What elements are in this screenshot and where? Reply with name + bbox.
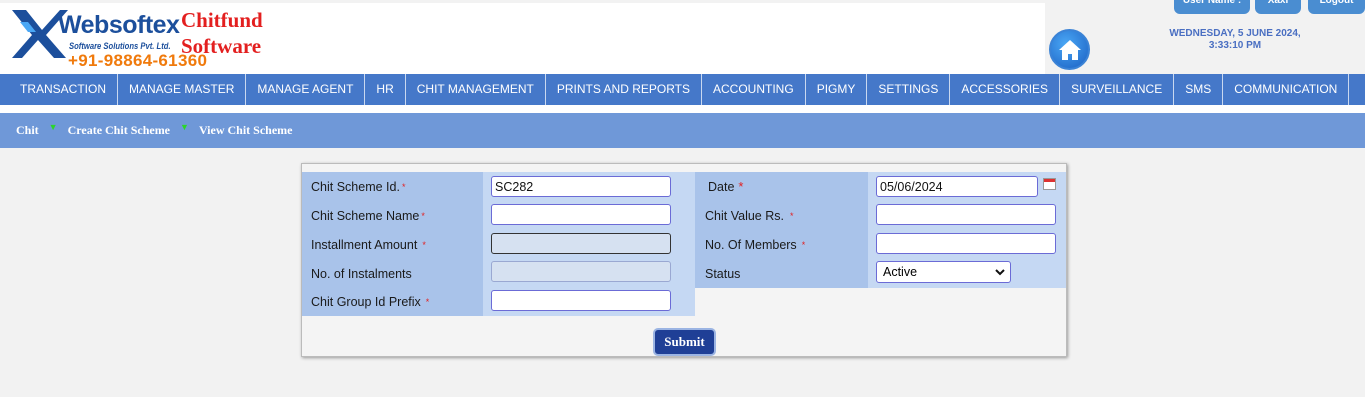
chit-value-label: Chit Value Rs. *: [695, 201, 868, 230]
required-mark: *: [421, 210, 425, 221]
group-prefix-label-text: Chit Group Id Prefix: [311, 295, 421, 309]
date-input[interactable]: [876, 176, 1038, 197]
no-instalments-label: No. of Instalments: [302, 259, 483, 288]
chit-scheme-form: Chit Scheme Id. * Chit Scheme Name * Insta…: [301, 163, 1067, 357]
installment-amount-label: Installment Amount *: [302, 230, 483, 259]
no-members-label: No. Of Members *: [695, 230, 868, 259]
app-title-line2: Software: [181, 34, 262, 58]
required-mark: *: [789, 210, 794, 221]
no-members-label-text: No. Of Members: [705, 237, 797, 252]
breadcrumb-create-chit-scheme[interactable]: Create Chit Scheme: [68, 123, 170, 138]
home-icon: [1058, 39, 1081, 60]
current-date: WEDNESDAY, 5 JUNE 2024,: [1169, 28, 1301, 39]
menu-hr[interactable]: HR: [365, 74, 406, 105]
menu-surveillance[interactable]: SURVEILLANCE: [1060, 74, 1175, 105]
menu-separator: [0, 105, 1365, 113]
current-time: 3:33:10 PM: [1208, 40, 1262, 51]
menu-transaction[interactable]: TRANSACTION: [0, 74, 119, 105]
scheme-id-input[interactable]: [491, 176, 671, 197]
scheme-id-label: Chit Scheme Id. *: [302, 172, 483, 201]
date-label-text: Date: [708, 179, 735, 194]
menu-chit-management[interactable]: CHIT MANAGEMENT: [406, 74, 546, 105]
required-mark: *: [422, 239, 426, 250]
brand-subtitle: Software Solutions Pvt. Ltd.: [69, 41, 171, 51]
logout-button[interactable]: Logout: [1308, 0, 1365, 14]
main-menu: TRANSACTION MANAGE MASTER MANAGE AGENT H…: [0, 74, 1365, 105]
status-selected-value: Active: [883, 265, 918, 279]
menu-manage-agent[interactable]: MANAGE AGENT: [246, 74, 366, 105]
scheme-name-input[interactable]: [491, 204, 671, 225]
required-mark: *: [738, 179, 744, 194]
status-select[interactable]: Active: [876, 261, 1011, 283]
menu-communication[interactable]: COMMUNICATION: [1223, 74, 1350, 105]
group-prefix-label: Chit Group Id Prefix *: [302, 288, 483, 316]
menu-accessories[interactable]: ACCESSORIES: [950, 74, 1061, 105]
menu-prints-and-reports[interactable]: PRINTS AND REPORTS: [546, 74, 703, 105]
menu-accounting[interactable]: ACCOUNTING: [702, 74, 806, 105]
header: Websoftex Software Solutions Pvt. Ltd. +…: [0, 0, 1365, 74]
submit-button[interactable]: Submit: [653, 328, 716, 356]
no-members-input[interactable]: [876, 233, 1056, 254]
breadcrumb-chit[interactable]: Chit: [16, 123, 39, 138]
scheme-id-label-text: Chit Scheme Id.: [311, 179, 400, 194]
chit-value-input[interactable]: [876, 204, 1056, 225]
required-mark: *: [401, 181, 406, 192]
required-mark: *: [425, 297, 430, 307]
status-label-text: Status: [705, 266, 741, 281]
breadcrumb-view-chit-scheme[interactable]: View Chit Scheme: [199, 123, 293, 138]
date-label: Date *: [695, 172, 868, 201]
group-prefix-input[interactable]: [491, 290, 671, 311]
app-title-line1: Chitfund: [181, 8, 263, 32]
calendar-icon[interactable]: [1043, 178, 1056, 190]
required-mark: *: [801, 239, 806, 250]
user-name-button[interactable]: User Name :: [1174, 0, 1250, 14]
home-button[interactable]: [1049, 29, 1090, 70]
menu-manage-master[interactable]: MANAGE MASTER: [118, 74, 247, 105]
breadcrumb-arrow-icon: ▼: [48, 121, 58, 132]
installment-amount-input[interactable]: [491, 233, 671, 254]
no-instalments-input[interactable]: [491, 261, 671, 282]
menu-sms[interactable]: SMS: [1174, 74, 1224, 105]
user-button[interactable]: Xaxi: [1255, 0, 1301, 14]
no-instalments-label-text: No. of Instalments: [311, 266, 412, 281]
scheme-name-label-text: Chit Scheme Name: [311, 208, 420, 223]
chit-value-label-text: Chit Value Rs.: [705, 208, 784, 223]
chevron-down-icon: [995, 268, 1005, 275]
scheme-name-label: Chit Scheme Name *: [302, 201, 483, 230]
breadcrumb: Chit ▼ Create Chit Scheme ▼ View Chit Sc…: [0, 113, 1365, 148]
brand-name: Websoftex: [58, 11, 180, 39]
menu-settings[interactable]: SETTINGS: [867, 74, 951, 105]
breadcrumb-arrow-icon: ▼: [180, 121, 189, 132]
status-label: Status: [695, 259, 868, 288]
installment-amount-label-text: Installment Amount: [311, 237, 418, 252]
menu-pigmy[interactable]: PIGMY: [806, 74, 868, 105]
datetime: WEDNESDAY, 5 JUNE 2024, 3:33:10 PM: [1130, 28, 1340, 52]
